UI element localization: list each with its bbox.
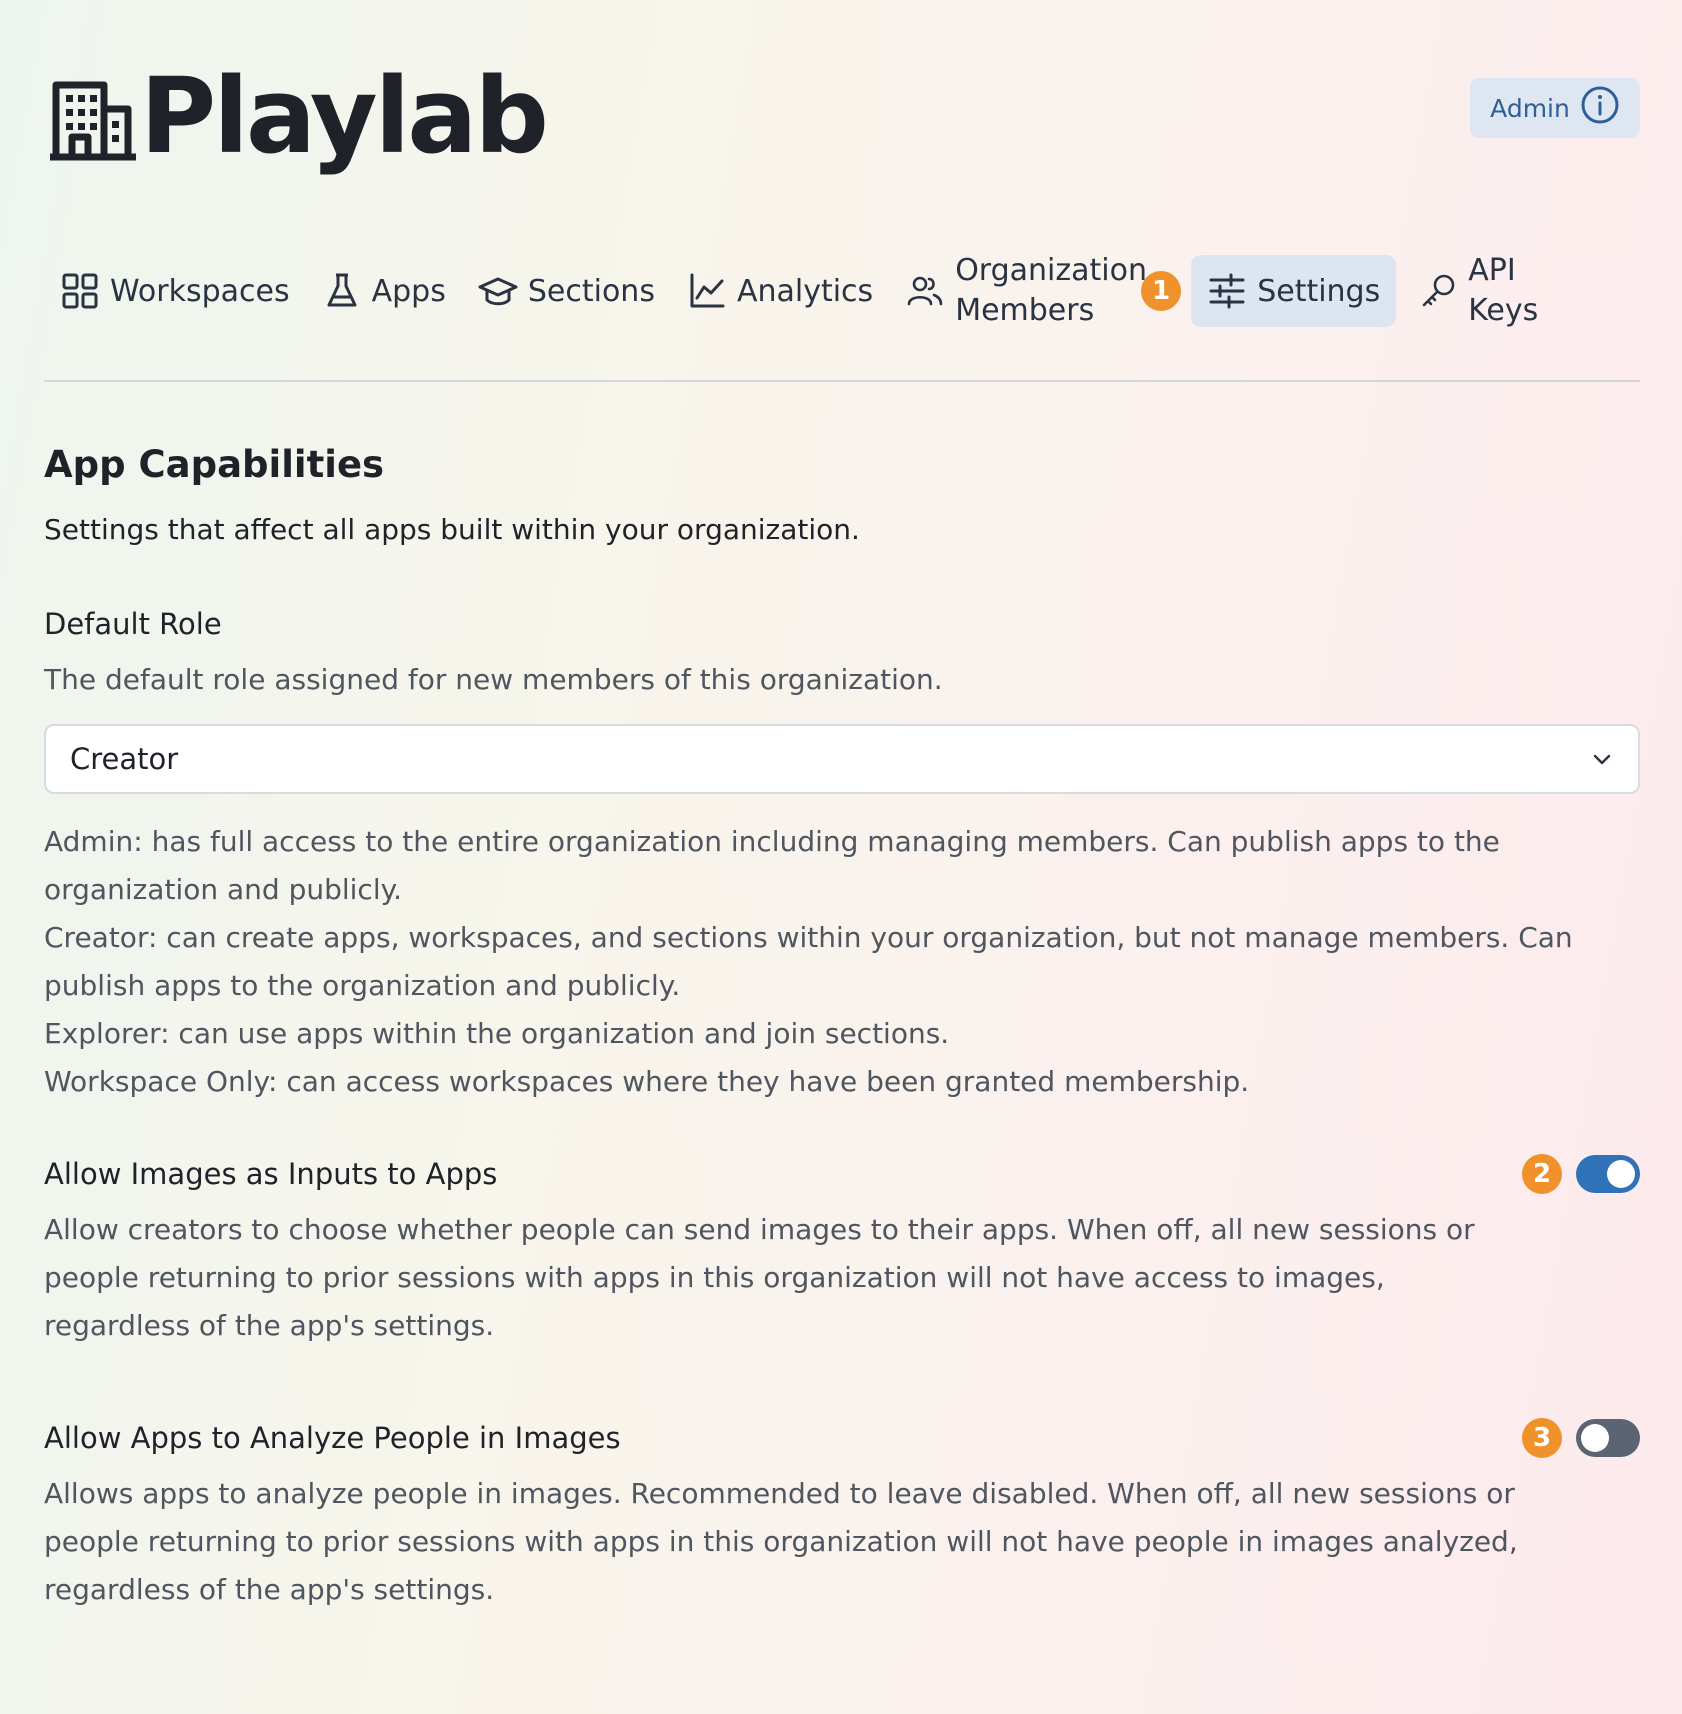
section-description: Settings that affect all apps built with… [44, 513, 860, 546]
role-description-workspace-only: Workspace Only: can access workspaces wh… [44, 1065, 1250, 1098]
analyze-people-setting: Allow Apps to Analyze People in Images 3… [44, 1418, 1640, 1614]
nav-api-keys[interactable]: API Keys [1396, 253, 1538, 328]
analyze-people-description: Allows apps to analyze people in images.… [44, 1477, 1518, 1606]
analyze-people-toggle[interactable] [1576, 1419, 1640, 1457]
role-description-admin: Admin: has full access to the entire org… [44, 825, 1500, 906]
role-description-explorer: Explorer: can use apps within the organi… [44, 1017, 950, 1050]
chevron-down-icon [1593, 754, 1611, 765]
nav-label: Settings [1257, 273, 1381, 309]
annotation-badge-2: 2 [1522, 1154, 1562, 1194]
users-icon [907, 276, 943, 306]
sliders-icon [1209, 273, 1245, 309]
toggle-knob [1607, 1160, 1635, 1188]
analyze-people-label: Allow Apps to Analyze People in Images [44, 1421, 621, 1455]
building-icon [48, 75, 138, 165]
nav-sections[interactable]: Sections [462, 255, 671, 327]
nav-analytics[interactable]: Analytics [671, 255, 889, 327]
allow-images-setting: Allow Images as Inputs to Apps 2 Allow c… [44, 1154, 1640, 1350]
allow-images-toggle[interactable] [1576, 1155, 1640, 1193]
nav-workspaces[interactable]: Workspaces [44, 255, 306, 327]
nav-label: Workspaces [110, 273, 290, 309]
nav-organization-members[interactable]: Organization Members [889, 253, 1147, 328]
admin-role-badge[interactable]: Admin [1470, 78, 1640, 138]
info-circle-icon[interactable] [1580, 85, 1620, 131]
toggle-knob [1581, 1424, 1609, 1452]
nav-settings[interactable]: Settings [1191, 255, 1397, 327]
section-title: App Capabilities [44, 443, 385, 486]
nav-apps[interactable]: Apps [306, 255, 462, 327]
nav-label: Organization Members [955, 253, 1147, 328]
key-icon [1422, 274, 1455, 307]
allow-images-label: Allow Images as Inputs to Apps [44, 1157, 498, 1191]
main-nav: Workspaces Apps Sections Analytics Organ… [44, 248, 1640, 334]
nav-label: API Keys [1468, 253, 1539, 328]
settings-content: App Capabilities Settings that affect al… [44, 440, 1640, 1614]
role-descriptions: Admin: has full access to the entire org… [44, 818, 1640, 1106]
nav-label: Analytics [736, 273, 874, 309]
flask-icon [327, 273, 357, 307]
grid-icon [62, 273, 98, 309]
logo[interactable]: Playlab [48, 64, 549, 172]
default-role-select[interactable]: Creator [44, 724, 1640, 794]
graduation-cap-icon [478, 277, 518, 306]
role-description-creator: Creator: can create apps, workspaces, an… [44, 921, 1573, 1002]
app-name: Playlab [140, 55, 549, 177]
default-role-description: The default role assigned for new member… [44, 663, 943, 696]
default-role-label: Default Role [44, 607, 222, 641]
nav-label: Sections [527, 273, 655, 309]
header: Playlab Admin [44, 50, 1640, 180]
role-badge-label: Admin [1490, 93, 1570, 123]
default-role-value: Creator [70, 742, 179, 776]
annotation-badge-1: 1 [1135, 271, 1187, 311]
line-chart-icon [690, 273, 725, 308]
annotation-badge-3: 3 [1522, 1418, 1562, 1458]
nav-divider [44, 380, 1640, 382]
allow-images-description: Allow creators to choose whether people … [44, 1213, 1475, 1342]
nav-label: Apps [371, 273, 446, 309]
